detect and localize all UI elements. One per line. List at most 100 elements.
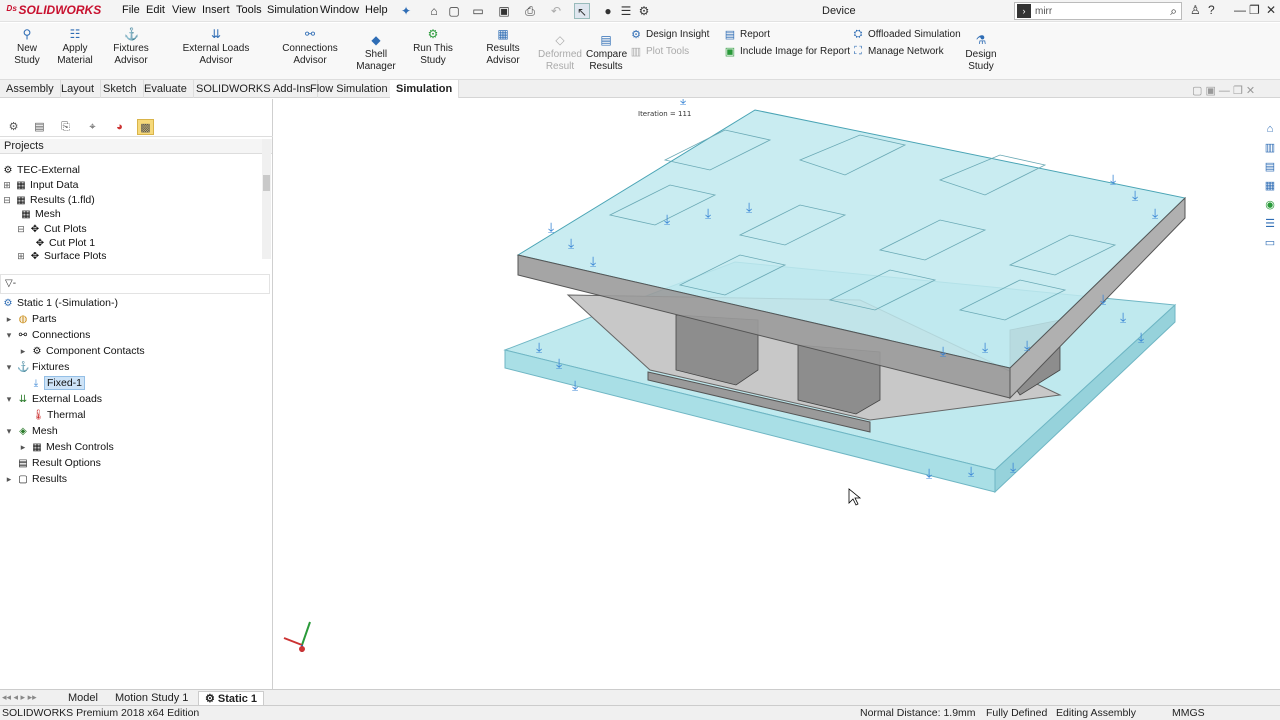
close-icon[interactable]: ✕ bbox=[1266, 3, 1276, 17]
external-loads-advisor-button[interactable]: ⇊ External Loads Advisor bbox=[168, 27, 264, 67]
model-graphics[interactable]: ⌕ ⌕ ↶ ▣ ▦ ◧ ◌ ◉ ◍ ▭ Iteration = 111 bbox=[274, 83, 1280, 689]
menu-edit[interactable]: Edit bbox=[146, 4, 165, 16]
menu-window[interactable]: Window bbox=[320, 4, 359, 16]
options-gear-icon[interactable]: ⚙ bbox=[636, 3, 652, 19]
tree-item-input-data[interactable]: ⊞ ▦ Input Data bbox=[2, 179, 78, 191]
sim-item-fixed-1[interactable]: ⤓ Fixed-1 bbox=[30, 376, 86, 390]
sim-item-mesh[interactable]: ▾ ◈ Mesh bbox=[4, 425, 58, 437]
apply-material-button[interactable]: ☷ Apply Material bbox=[56, 27, 94, 67]
tab-static-1[interactable]: ⚙ Static 1 bbox=[198, 691, 265, 705]
svg-text:⤓: ⤓ bbox=[746, 200, 752, 216]
offloaded-simulation-button[interactable]: ⛭ Offloaded Simulation bbox=[852, 28, 961, 41]
select-icon[interactable]: ↖ bbox=[574, 3, 590, 19]
minimize-icon[interactable]: — bbox=[1234, 3, 1246, 17]
deformed-result-button[interactable]: ◇ Deformed Result bbox=[538, 33, 582, 73]
mesh-tree-icon: ◈ bbox=[19, 425, 27, 437]
file-properties-icon[interactable]: ☰ bbox=[618, 3, 634, 19]
tab-layout[interactable]: Layout bbox=[55, 80, 102, 98]
search-box[interactable]: › mirr ⌕ bbox=[1014, 2, 1182, 20]
task-home-icon[interactable]: ⌂ bbox=[1262, 121, 1278, 137]
units-selector[interactable]: MMGS bbox=[1172, 707, 1205, 719]
tab-model[interactable]: Model bbox=[62, 691, 104, 705]
tree-item-results[interactable]: ⊟ ▦ Results (1.fld) bbox=[2, 194, 95, 206]
property-manager-tab-icon[interactable]: ▤ bbox=[31, 119, 48, 135]
sim-item-external-loads[interactable]: ▾ ⇊ External Loads bbox=[4, 393, 102, 405]
tab-solidworks-addins[interactable]: SOLIDWORKS Add-Ins bbox=[190, 80, 318, 98]
run-this-study-button[interactable]: ⚙ Run This Study bbox=[400, 27, 466, 67]
print-icon[interactable]: ⎙ bbox=[522, 3, 538, 19]
save-icon[interactable]: ▣ bbox=[496, 3, 512, 19]
sim-item-mesh-controls[interactable]: ▸ ▦ Mesh Controls bbox=[18, 441, 114, 453]
menu-view[interactable]: View bbox=[172, 4, 196, 16]
task-properties-icon[interactable]: ☰ bbox=[1262, 216, 1278, 232]
design-study-button[interactable]: ⚗ Design Study bbox=[962, 33, 1000, 73]
new-document-icon[interactable]: ▢ bbox=[446, 3, 462, 19]
sim-item-result-options[interactable]: ▤ Result Options bbox=[4, 457, 101, 469]
include-image-button[interactable]: ▣ Include Image for Report bbox=[724, 45, 850, 58]
restore-icon[interactable]: ❐ bbox=[1249, 3, 1260, 17]
manage-network-button[interactable]: ⛶ Manage Network bbox=[852, 45, 943, 58]
new-study-button[interactable]: ⚲ New Study bbox=[4, 27, 50, 67]
sim-item-component-contacts[interactable]: ▸ ⚙ Component Contacts bbox=[18, 345, 145, 357]
design-insight-button[interactable]: ⚙ Design Insight bbox=[630, 28, 709, 41]
menu-tools[interactable]: Tools bbox=[236, 4, 262, 16]
tab-assembly[interactable]: Assembly bbox=[0, 80, 61, 98]
sim-study-root[interactable]: ⚙ Static 1 (-Simulation-) bbox=[2, 297, 118, 309]
open-folder-icon[interactable]: ▭ bbox=[470, 3, 486, 19]
task-library-icon[interactable]: ▤ bbox=[1262, 159, 1278, 175]
flow-simulation-tab-icon[interactable]: ▩ bbox=[137, 119, 154, 135]
connections-advisor-button[interactable]: ⚯ Connections Advisor bbox=[267, 27, 353, 67]
sim-item-connections[interactable]: ▾ ⚯ Connections bbox=[4, 329, 91, 341]
graphics-viewport[interactable]: ⌕ ⌕ ↶ ▣ ▦ ◧ ◌ ◉ ◍ ▭ Iteration = 111 bbox=[274, 83, 1280, 689]
tab-evaluate[interactable]: Evaluate bbox=[138, 80, 194, 98]
compare-results-button[interactable]: ▤ Compare Results bbox=[586, 33, 627, 73]
menu-help[interactable]: Help bbox=[365, 4, 388, 16]
sim-item-parts[interactable]: ▸ ◍ Parts bbox=[4, 313, 57, 325]
task-forum-icon[interactable]: ▭ bbox=[1262, 235, 1278, 251]
report-button[interactable]: ▤ Report bbox=[724, 28, 770, 41]
task-resources-icon[interactable]: ▥ bbox=[1262, 140, 1278, 156]
plot-tools-button[interactable]: ▥ Plot Tools bbox=[630, 45, 689, 58]
configuration-tab-icon[interactable]: ⎘ bbox=[57, 119, 74, 135]
viewport-window-controls[interactable]: ▢ ▣ — ❐ ✕ bbox=[1192, 84, 1255, 97]
search-input[interactable]: mirr bbox=[1035, 6, 1170, 17]
tree-item-tec-external[interactable]: ⚙ TEC-External bbox=[2, 164, 81, 176]
tree-filter[interactable]: ▽- bbox=[0, 274, 270, 294]
pin-icon[interactable]: ✦ bbox=[398, 3, 414, 19]
menu-simulation[interactable]: Simulation bbox=[267, 4, 318, 16]
undo-icon[interactable]: ↶ bbox=[548, 3, 564, 19]
help-icon[interactable]: ? bbox=[1208, 3, 1215, 17]
task-appearance-icon[interactable]: ◉ bbox=[1262, 197, 1278, 213]
fixtures-advisor-button[interactable]: ⚓ Fixtures Advisor bbox=[98, 27, 164, 67]
tree-item-surface-plots[interactable]: ⊞ ✥ Surface Plots bbox=[16, 252, 106, 260]
display-manager-tab-icon[interactable]: ◕ bbox=[111, 119, 128, 135]
sim-item-fixtures[interactable]: ▾ ⚓ Fixtures bbox=[4, 361, 70, 373]
tree-item-cut-plot-1[interactable]: ✥ Cut Plot 1 bbox=[34, 237, 95, 249]
task-explorer-icon[interactable]: ▦ bbox=[1262, 178, 1278, 194]
tab-motion-study-1[interactable]: Motion Study 1 bbox=[109, 691, 194, 705]
tab-sketch[interactable]: Sketch bbox=[97, 80, 144, 98]
command-search-icon: › bbox=[1017, 4, 1031, 18]
user-icon[interactable]: ♙ bbox=[1190, 3, 1201, 17]
tree-item-mesh-flow[interactable]: ▦ Mesh bbox=[20, 208, 60, 220]
home-icon[interactable]: ⌂ bbox=[426, 3, 442, 19]
dimxpert-tab-icon[interactable]: ⌖ bbox=[84, 119, 101, 135]
search-icon[interactable]: ⌕ bbox=[1170, 4, 1177, 19]
tab-scroll-icons[interactable]: ◂◂ ◂ ▸ ▸▸ bbox=[2, 692, 37, 703]
compare-icon: ▤ bbox=[600, 33, 612, 47]
menu-file[interactable]: File bbox=[122, 4, 140, 16]
rebuild-icon[interactable]: ● bbox=[600, 3, 616, 19]
tab-flow-simulation[interactable]: Flow Simulation bbox=[304, 80, 395, 98]
project-icon: ⚙ bbox=[3, 164, 13, 176]
sim-item-thermal[interactable]: 🌡 Thermal bbox=[32, 409, 86, 421]
menu-insert[interactable]: Insert bbox=[202, 4, 230, 16]
tab-simulation[interactable]: Simulation bbox=[390, 80, 460, 98]
tree-item-cut-plots[interactable]: ⊟ ✥ Cut Plots bbox=[16, 223, 86, 235]
sim-item-results[interactable]: ▸ ▢ Results bbox=[4, 473, 67, 485]
solidworks-logo[interactable]: ᴰˢ SOLIDWORKS bbox=[6, 3, 101, 17]
flow-tree-scrollbar[interactable] bbox=[262, 139, 271, 259]
shell-manager-button[interactable]: ◆ Shell Manager bbox=[356, 33, 396, 73]
results-advisor-button[interactable]: ▦ Results Advisor bbox=[470, 27, 536, 67]
feature-tree-tab-icon[interactable]: ⚙ bbox=[5, 119, 22, 135]
svg-text:⤓: ⤓ bbox=[568, 236, 574, 252]
